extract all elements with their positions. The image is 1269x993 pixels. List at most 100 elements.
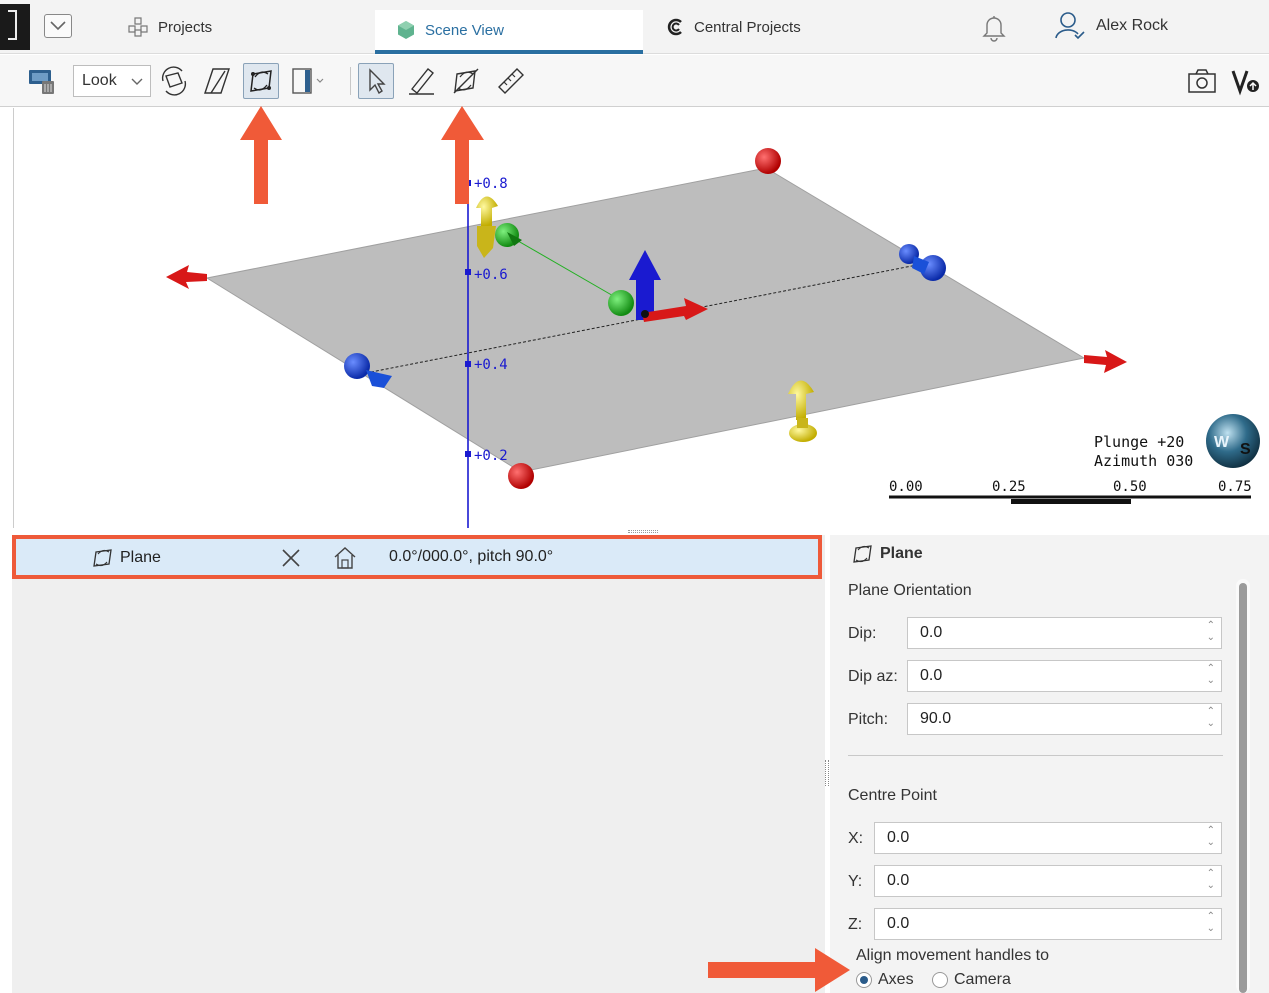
z-label: Z:	[848, 916, 863, 933]
toolbar-separator	[350, 67, 351, 95]
tab-scene-view-label: Scene View	[425, 21, 504, 39]
plane-orientation-heading: Plane Orientation	[848, 582, 972, 599]
props-title-label: Plane	[880, 545, 923, 562]
elev-label: +0.4	[474, 357, 508, 373]
y-field[interactable]: 0.0 ⌃ ⌄	[874, 865, 1222, 897]
plane-icon	[93, 549, 112, 567]
dip-field[interactable]: 0.0 ⌃ ⌄	[907, 617, 1222, 649]
spinner-arrows-icon[interactable]: ⌃ ⌄	[1207, 663, 1215, 687]
user-menu[interactable]: Alex Rock	[1054, 10, 1168, 42]
scrollbar-thumb[interactable]	[1239, 583, 1247, 993]
scene-cube-icon	[398, 21, 414, 39]
spinner-arrows-icon[interactable]: ⌃ ⌄	[1207, 911, 1215, 935]
plane-row-label: Plane	[120, 549, 161, 566]
props-title: Plane	[850, 543, 923, 565]
x-move-handle-right[interactable]	[1084, 350, 1127, 373]
spinner-arrows-icon[interactable]: ⌃ ⌄	[1207, 825, 1215, 849]
align-axes-label: Axes	[878, 971, 914, 988]
radio-selected-icon	[856, 972, 872, 988]
x-field[interactable]: 0.0 ⌃ ⌄	[874, 822, 1222, 854]
slice-mode-icon	[292, 68, 324, 94]
tab-central-projects[interactable]: Central Projects	[666, 10, 801, 44]
pitch-label: Pitch:	[848, 711, 889, 728]
spinner-arrows-icon[interactable]: ⌃ ⌄	[1207, 620, 1215, 644]
scene-view-canvas[interactable]: +0.8 +0.6 +0.4 +0.2 0.00 0.25 0.50 0.75 …	[13, 108, 1269, 528]
z-field[interactable]: 0.0 ⌃ ⌄	[874, 908, 1222, 940]
elev-label: +0.8	[474, 176, 508, 192]
home-icon[interactable]	[332, 545, 358, 575]
app-logo	[0, 4, 30, 50]
tab-scene-view[interactable]: Scene View	[375, 10, 643, 54]
spinner-arrows-icon[interactable]: ⌃ ⌄	[1207, 868, 1215, 892]
x-value: 0.0	[887, 829, 910, 846]
globe-letter: S	[1240, 441, 1251, 458]
new-plane-button[interactable]	[243, 63, 279, 99]
slice-mode-button[interactable]	[289, 63, 325, 99]
corner-handle	[508, 463, 534, 489]
props-scrollbar[interactable]	[1236, 579, 1250, 993]
z-value: 0.0	[887, 915, 910, 932]
dip-value: 0.0	[920, 624, 943, 641]
menu-button[interactable]	[44, 14, 72, 38]
align-axes-radio[interactable]: Axes	[856, 971, 914, 989]
scale-label: 0.50	[1113, 479, 1147, 495]
scene-toolbar: Look	[0, 55, 1269, 107]
draw-line-button[interactable]	[404, 63, 440, 99]
chevron-down-icon	[130, 67, 144, 106]
scene-objects-panel: Plane 0.0°/000.0°, pitch 90.0°	[12, 535, 825, 993]
orientation-globe-icon[interactable]: W S	[1206, 414, 1260, 468]
plane-list-row[interactable]: Plane 0.0°/000.0°, pitch 90.0°	[12, 535, 822, 579]
scale-label: 0.00	[889, 479, 923, 495]
plane-row-value: 0.0°/000.0°, pitch 90.0°	[389, 548, 554, 565]
centre-point-heading: Centre Point	[848, 787, 937, 804]
x-label: X:	[848, 830, 864, 847]
y-label: Y:	[848, 873, 863, 890]
look-dropdown-label: Look	[82, 72, 117, 89]
globe-letter: W	[1214, 434, 1230, 451]
horizontal-splitter[interactable]	[628, 530, 658, 533]
pitch-value: 90.0	[920, 710, 952, 727]
x-move-handle-left[interactable]	[166, 265, 207, 289]
camera-icon	[1188, 69, 1216, 93]
plane-edit-button[interactable]	[448, 63, 484, 99]
select-tool-button[interactable]	[358, 63, 394, 99]
select-arrow-icon	[369, 68, 386, 95]
screenshot-button[interactable]	[1184, 63, 1220, 99]
user-icon	[1055, 12, 1085, 40]
draw-plane-icon	[204, 68, 230, 94]
pitch-field[interactable]: 90.0 ⌃ ⌄	[907, 703, 1222, 735]
plane-icon	[853, 545, 872, 563]
dip-az-field[interactable]: 0.0 ⌃ ⌄	[907, 660, 1222, 692]
notifications-bell-icon[interactable]	[980, 12, 1008, 46]
align-camera-radio[interactable]: Camera	[932, 971, 1011, 989]
tab-projects-label: Projects	[158, 18, 213, 36]
view-publish-button[interactable]	[1228, 63, 1264, 99]
tab-central-projects-label: Central Projects	[694, 18, 801, 36]
close-icon[interactable]	[280, 547, 302, 569]
plunge-text: Plunge +20	[1094, 433, 1185, 451]
ruler-button[interactable]	[493, 63, 529, 99]
ruler-icon	[498, 68, 524, 94]
section-divider	[848, 755, 1223, 756]
user-name: Alex Rock	[1096, 17, 1169, 34]
rotate-view-button[interactable]	[156, 63, 192, 99]
spinner-arrows-icon[interactable]: ⌃ ⌄	[1207, 706, 1215, 730]
draw-line-icon	[409, 68, 434, 95]
look-dropdown[interactable]: Look	[73, 65, 151, 97]
central-logo-icon	[667, 18, 682, 36]
align-handles-label: Align movement handles to	[856, 947, 1049, 964]
dip-az-value: 0.0	[920, 667, 943, 684]
view-logo-icon	[1231, 70, 1259, 96]
draw-plane-button[interactable]	[199, 63, 235, 99]
tab-projects[interactable]: Projects	[126, 10, 212, 44]
new-plane-icon	[250, 70, 272, 92]
align-camera-label: Camera	[954, 971, 1011, 988]
delete-scene-button[interactable]	[24, 63, 60, 99]
elev-label: +0.6	[474, 267, 508, 283]
orientation-readout: Plunge +20 Azimuth 030	[1094, 433, 1193, 471]
vertical-splitter[interactable]	[825, 760, 829, 786]
top-tab-bar: Projects Scene View Central Projects Ale…	[0, 0, 1269, 54]
chevron-down-icon	[50, 21, 66, 31]
corner-handle	[755, 148, 781, 174]
radio-unselected-icon	[932, 972, 948, 988]
